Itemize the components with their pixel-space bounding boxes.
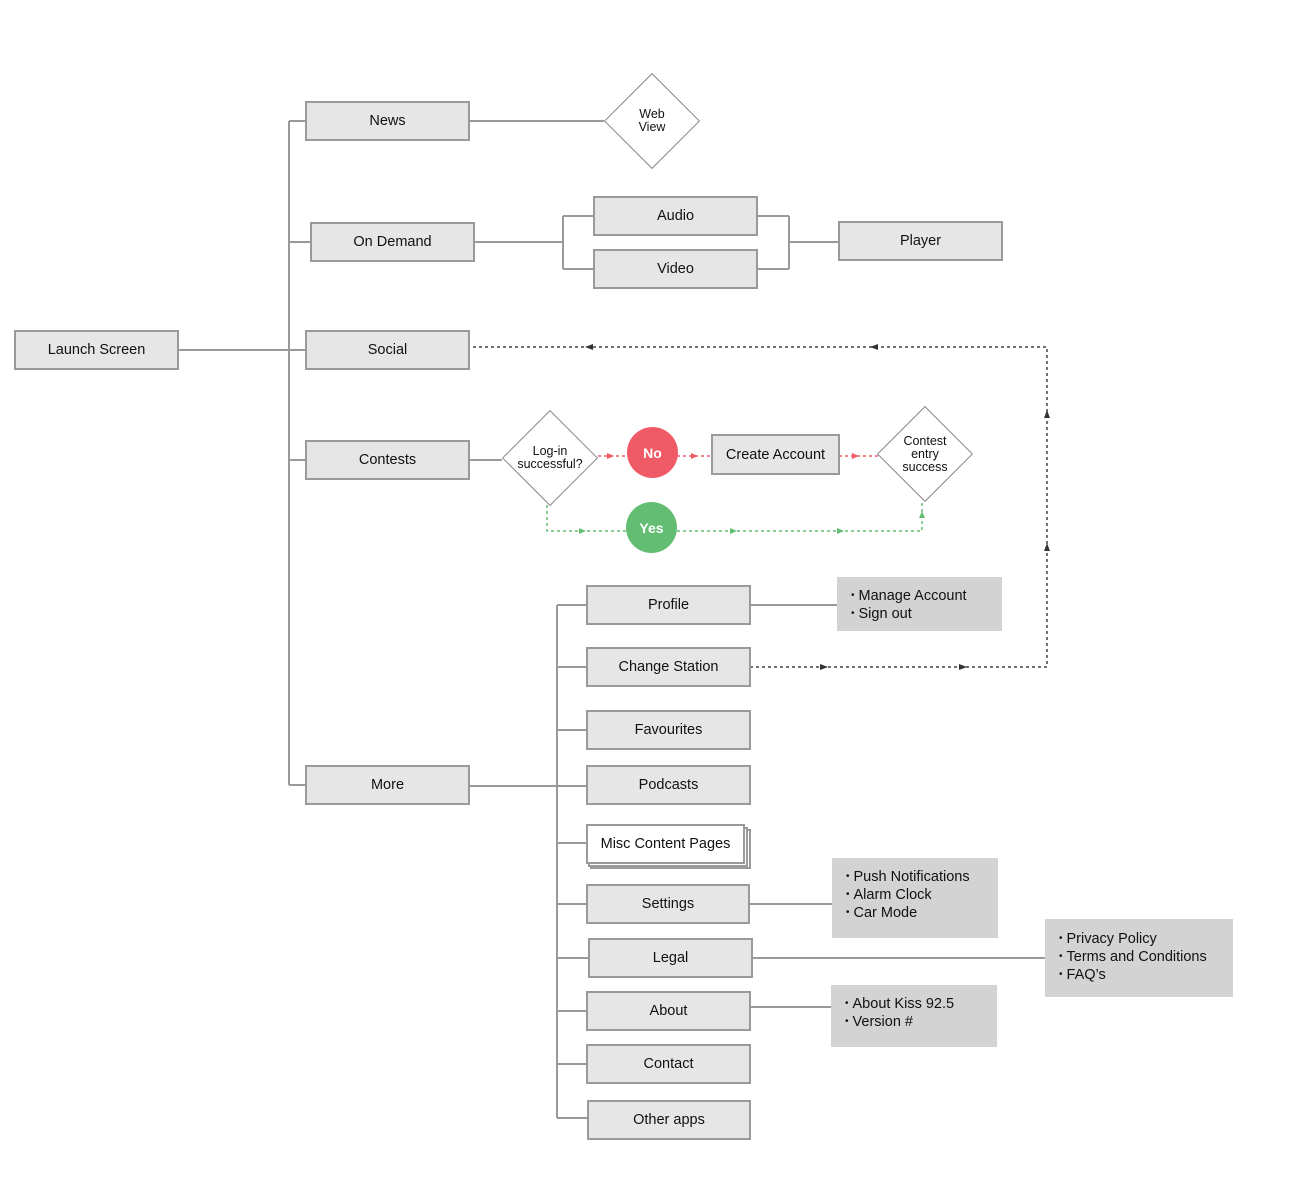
node-change-station[interactable]: Change Station xyxy=(586,647,751,687)
node-other-apps[interactable]: Other apps xyxy=(587,1100,751,1140)
node-legal[interactable]: Legal xyxy=(588,938,753,978)
note-item: FAQ’s xyxy=(1059,967,1233,985)
note-item: Terms and Conditions xyxy=(1059,949,1233,967)
arrow-marker xyxy=(919,511,925,518)
arrow-marker xyxy=(1044,410,1050,418)
note-item: Version # xyxy=(845,1014,997,1032)
arrow-marker xyxy=(837,528,844,534)
node-audio[interactable]: Audio xyxy=(593,196,758,236)
node-contests[interactable]: Contests xyxy=(305,440,470,480)
node-player[interactable]: Player xyxy=(838,221,1003,261)
node-profile[interactable]: Profile xyxy=(586,585,751,625)
note-item: Manage Account xyxy=(851,588,1002,606)
link-yes-entry xyxy=(677,503,923,532)
arrow-marker xyxy=(852,453,859,459)
node-more[interactable]: More xyxy=(305,765,470,805)
node-misc-content-pages[interactable]: Misc Content Pages xyxy=(586,824,745,864)
decision-login-successful[interactable]: Log-in successful? xyxy=(501,409,599,507)
arrow-marker xyxy=(870,344,878,350)
node-favourites[interactable]: Favourites xyxy=(586,710,751,750)
no-branch-badge: No xyxy=(627,427,678,478)
node-create-account[interactable]: Create Account xyxy=(711,434,840,475)
link-login-yes xyxy=(546,505,627,532)
node-news[interactable]: News xyxy=(305,101,470,141)
node-on-demand[interactable]: On Demand xyxy=(310,222,475,262)
decision-contest-entry-success[interactable]: Contest entry success xyxy=(876,405,974,503)
decision-web-view[interactable]: Web View xyxy=(603,72,701,170)
note-about: About Kiss 92.5 Version # xyxy=(831,985,997,1047)
login-decision-label: Log-in successful? xyxy=(517,444,583,471)
arrow-marker xyxy=(579,528,586,534)
note-item: Push Notifications xyxy=(846,869,998,887)
note-profile: Manage Account Sign out xyxy=(837,577,1002,631)
yes-branch-badge: Yes xyxy=(626,502,677,553)
note-item: Sign out xyxy=(851,606,1002,624)
node-social[interactable]: Social xyxy=(305,330,470,370)
note-item: Alarm Clock xyxy=(846,887,998,905)
note-legal: Privacy Policy Terms and Conditions FAQ’… xyxy=(1045,919,1233,997)
arrow-marker xyxy=(585,344,593,350)
arrow-marker xyxy=(820,664,828,670)
node-video[interactable]: Video xyxy=(593,249,758,289)
node-settings[interactable]: Settings xyxy=(586,884,750,924)
web-view-label: Web View xyxy=(638,107,666,134)
node-contact[interactable]: Contact xyxy=(586,1044,751,1084)
note-item: Privacy Policy xyxy=(1059,931,1233,949)
node-launch-screen[interactable]: Launch Screen xyxy=(14,330,179,370)
note-settings: Push Notifications Alarm Clock Car Mode xyxy=(832,858,998,938)
note-item: Car Mode xyxy=(846,905,998,923)
node-podcasts[interactable]: Podcasts xyxy=(586,765,751,805)
connector-ondemand-split xyxy=(474,215,594,270)
connector-more-branches xyxy=(557,604,588,1119)
node-about[interactable]: About xyxy=(586,991,751,1031)
arrow-marker xyxy=(691,453,698,459)
entry-decision-label: Contest entry success xyxy=(902,433,948,474)
note-item: About Kiss 92.5 xyxy=(845,996,997,1014)
arrow-marker xyxy=(1044,543,1050,551)
connector-media-player xyxy=(757,215,838,270)
arrow-marker xyxy=(959,664,967,670)
arrow-marker xyxy=(730,528,737,534)
arrow-marker xyxy=(607,453,614,459)
